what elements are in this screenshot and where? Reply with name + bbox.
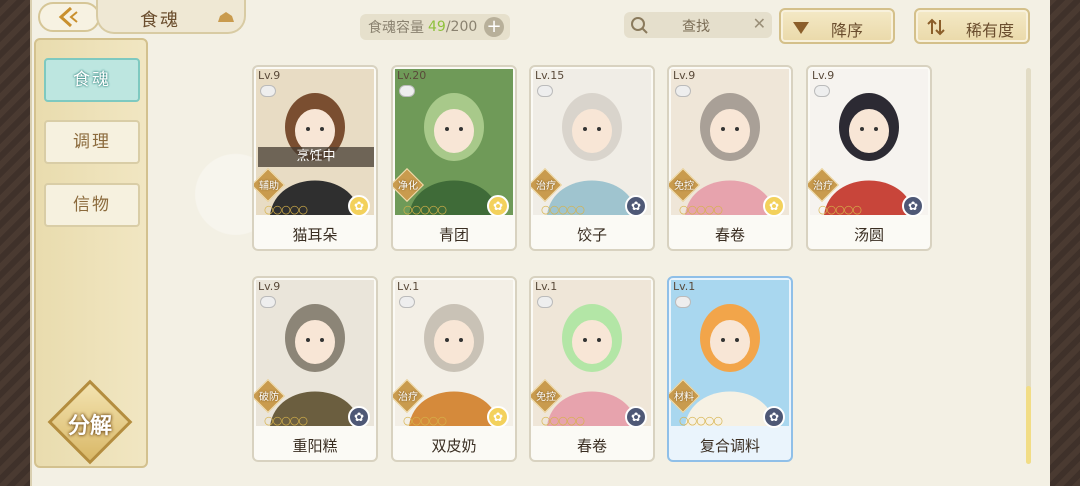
- scrollbar-thumb[interactable]: [1026, 386, 1031, 464]
- star-rating: ○○○○○: [679, 414, 723, 427]
- star-rating: ○○○○○: [264, 414, 308, 427]
- flower-badge-icon: ✿: [625, 195, 647, 217]
- role-label: 免控: [674, 181, 694, 192]
- element-icon: [260, 85, 276, 97]
- element-icon: [537, 296, 553, 308]
- flower-badge-icon: ✿: [625, 406, 647, 428]
- card-level: Lv.15: [535, 69, 565, 82]
- add-capacity-button[interactable]: +: [484, 17, 504, 37]
- element-icon: [675, 296, 691, 308]
- card-name: 猫耳朵: [292, 226, 338, 244]
- card-name: 汤圆: [853, 226, 884, 244]
- food-soul-card[interactable]: Lv.9 免控 ○○○○○ ✿ 春卷: [667, 65, 793, 251]
- element-icon: [537, 85, 553, 97]
- triangle-down-icon: [793, 22, 809, 34]
- food-soul-card[interactable]: Lv.9 破防 ○○○○○ ✿ 重阳糕: [252, 276, 378, 462]
- chef-hat-icon: [218, 12, 234, 22]
- element-icon: [260, 296, 276, 308]
- card-level: Lv.20: [397, 69, 427, 82]
- card-level: Lv.9: [673, 69, 696, 82]
- element-icon: [675, 85, 691, 97]
- element-icon: [814, 85, 830, 97]
- role-label: 净化: [398, 181, 418, 192]
- role-label: 破防: [259, 392, 279, 403]
- star-rating: ○○○○○: [403, 203, 447, 216]
- nav-item-souls[interactable]: 食魂: [44, 58, 140, 102]
- card-level: Lv.1: [535, 280, 558, 293]
- role-label: 免控: [536, 392, 556, 403]
- role-label: 材料: [674, 392, 694, 403]
- food-soul-card[interactable]: Lv.1 材料 ○○○○○ ✿ 复合调料: [667, 276, 793, 462]
- page-title: 食魂: [140, 10, 180, 31]
- sort-arrows-icon: [927, 18, 945, 36]
- star-rating: ○○○○○: [264, 203, 308, 216]
- card-name: 复合调料: [699, 437, 760, 455]
- star-rating: ○○○○○: [403, 414, 447, 427]
- card-name: 青团: [438, 226, 469, 244]
- flower-badge-icon: ✿: [348, 195, 370, 217]
- star-rating: ○○○○○: [818, 203, 862, 216]
- clear-search-icon[interactable]: ✕: [753, 14, 766, 33]
- card-level: Lv.1: [673, 280, 696, 293]
- star-rating: ○○○○○: [541, 414, 585, 427]
- decompose-button[interactable]: 分解: [47, 379, 133, 465]
- sort-key-button[interactable]: 稀有度: [914, 8, 1030, 44]
- card-name: 双皮奶: [431, 437, 477, 455]
- flower-badge-icon: ✿: [902, 195, 924, 217]
- flower-badge-icon: ✿: [348, 406, 370, 428]
- search-icon: [631, 17, 648, 34]
- capacity-display: 食魂容量 49 /200 +: [360, 14, 510, 40]
- capacity-current: 49: [428, 19, 446, 35]
- sort-order-button[interactable]: 降序: [779, 8, 895, 44]
- card-name: 春卷: [714, 226, 745, 244]
- search-input[interactable]: 查找 ✕: [624, 12, 772, 38]
- food-soul-card[interactable]: Lv.9 治疗 ○○○○○ ✿ 汤圆: [806, 65, 932, 251]
- card-level: Lv.9: [258, 69, 281, 82]
- element-icon: [399, 296, 415, 308]
- role-label: 治疗: [398, 392, 418, 403]
- card-name: 饺子: [576, 226, 607, 244]
- sort-key-label: 稀有度: [966, 21, 1015, 40]
- decompose-label: 分解: [67, 414, 112, 439]
- card-level: Lv.1: [397, 280, 420, 293]
- search-placeholder: 查找: [682, 19, 710, 35]
- card-name: 春卷: [576, 437, 607, 455]
- back-arrow-icon: [58, 6, 78, 28]
- flower-badge-icon: ✿: [763, 195, 785, 217]
- sort-order-label: 降序: [831, 21, 864, 40]
- capacity-label: 食魂容量: [368, 20, 424, 36]
- role-label: 治疗: [813, 181, 833, 192]
- back-button[interactable]: [38, 2, 100, 32]
- star-rating: ○○○○○: [679, 203, 723, 216]
- food-soul-card[interactable]: Lv.1 治疗 ○○○○○ ✿ 双皮奶: [391, 276, 517, 462]
- status-banner: 烹饪中: [258, 147, 374, 167]
- food-soul-card[interactable]: Lv.1 免控 ○○○○○ ✿ 春卷: [529, 276, 655, 462]
- card-level: Lv.9: [258, 280, 281, 293]
- page-title-tab: 食魂: [96, 0, 246, 34]
- nav-item-tokens[interactable]: 信物: [44, 183, 140, 227]
- element-icon: [399, 85, 415, 97]
- star-rating: ○○○○○: [541, 203, 585, 216]
- flower-badge-icon: ✿: [487, 195, 509, 217]
- flower-badge-icon: ✿: [487, 406, 509, 428]
- card-level: Lv.9: [812, 69, 835, 82]
- card-name: 重阳糕: [292, 437, 338, 455]
- role-label: 治疗: [536, 181, 556, 192]
- role-label: 辅助: [259, 181, 279, 192]
- food-soul-card[interactable]: Lv.9 烹饪中 辅助 ○○○○○ ✿ 猫耳朵: [252, 65, 378, 251]
- food-soul-card[interactable]: Lv.20 净化 ○○○○○ ✿ 青团: [391, 65, 517, 251]
- food-soul-card[interactable]: Lv.15 治疗 ○○○○○ ✿ 饺子: [529, 65, 655, 251]
- flower-badge-icon: ✿: [763, 406, 785, 428]
- nav-item-conditioning[interactable]: 调理: [44, 120, 140, 164]
- capacity-max: /200: [445, 19, 478, 35]
